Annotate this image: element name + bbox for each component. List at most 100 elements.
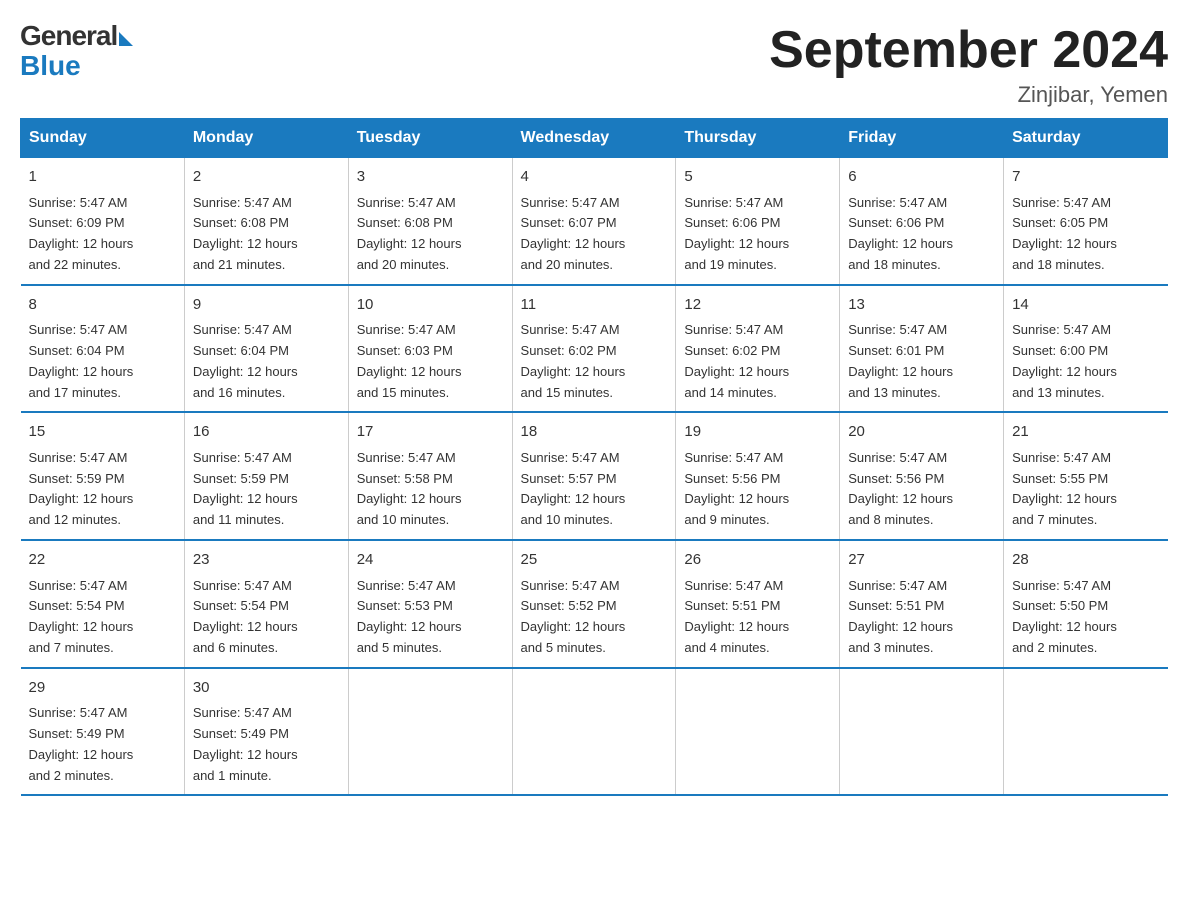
calendar-cell: 5 Sunrise: 5:47 AMSunset: 6:06 PMDaylight… [676, 158, 840, 285]
day-info: Sunrise: 5:47 AMSunset: 5:54 PMDaylight:… [29, 578, 134, 655]
day-number: 16 [193, 421, 340, 444]
day-number: 10 [357, 294, 504, 317]
calendar-cell: 20 Sunrise: 5:47 AMSunset: 5:56 PMDayligh… [840, 412, 1004, 540]
month-title: September 2024 [769, 20, 1168, 80]
day-number: 5 [684, 166, 831, 189]
day-number: 8 [29, 294, 176, 317]
day-info: Sunrise: 5:47 AMSunset: 6:06 PMDaylight:… [848, 195, 953, 272]
calendar-header-row: SundayMondayTuesdayWednesdayThursdayFrid… [21, 119, 1168, 158]
day-info: Sunrise: 5:47 AMSunset: 6:09 PMDaylight:… [29, 195, 134, 272]
calendar-cell: 11Sunrise: 5:47 AMSunset: 6:02 PMDayligh… [512, 285, 676, 413]
day-number: 4 [521, 166, 668, 189]
day-info: Sunrise: 5:47 AMSunset: 6:05 PMDaylight:… [1012, 195, 1117, 272]
day-info: Sunrise: 5:47 AMSunset: 5:56 PMDaylight:… [848, 450, 953, 527]
calendar-header-tuesday: Tuesday [348, 119, 512, 158]
day-info: Sunrise: 5:47 AMSunset: 6:02 PMDaylight:… [684, 322, 789, 399]
calendar-cell: 9 Sunrise: 5:47 AMSunset: 6:04 PMDaylight… [184, 285, 348, 413]
calendar-week-row: 22 Sunrise: 5:47 AMSunset: 5:54 PMDayligh… [21, 540, 1168, 668]
calendar-cell: 8Sunrise: 5:47 AMSunset: 6:04 PMDaylight… [21, 285, 185, 413]
day-info: Sunrise: 5:47 AMSunset: 5:51 PMDaylight:… [848, 578, 953, 655]
calendar-cell: 14 Sunrise: 5:47 AMSunset: 6:00 PMDayligh… [1004, 285, 1168, 413]
day-number: 21 [1012, 421, 1159, 444]
day-number: 12 [684, 294, 831, 317]
calendar-cell: 15Sunrise: 5:47 AMSunset: 5:59 PMDayligh… [21, 412, 185, 540]
calendar-cell: 25Sunrise: 5:47 AMSunset: 5:52 PMDayligh… [512, 540, 676, 668]
day-info: Sunrise: 5:47 AMSunset: 5:55 PMDaylight:… [1012, 450, 1117, 527]
day-info: Sunrise: 5:47 AMSunset: 6:03 PMDaylight:… [357, 322, 462, 399]
calendar-cell: 28 Sunrise: 5:47 AMSunset: 5:50 PMDayligh… [1004, 540, 1168, 668]
calendar-cell [840, 668, 1004, 796]
day-number: 14 [1012, 294, 1159, 317]
calendar-cell: 23 Sunrise: 5:47 AMSunset: 5:54 PMDayligh… [184, 540, 348, 668]
calendar-cell: 16 Sunrise: 5:47 AMSunset: 5:59 PMDayligh… [184, 412, 348, 540]
calendar-header-thursday: Thursday [676, 119, 840, 158]
calendar-cell: 10 Sunrise: 5:47 AMSunset: 6:03 PMDayligh… [348, 285, 512, 413]
day-number: 26 [684, 549, 831, 572]
calendar-cell: 30Sunrise: 5:47 AMSunset: 5:49 PMDayligh… [184, 668, 348, 796]
day-number: 13 [848, 294, 995, 317]
day-info: Sunrise: 5:47 AMSunset: 5:59 PMDaylight:… [29, 450, 134, 527]
day-info: Sunrise: 5:47 AMSunset: 5:56 PMDaylight:… [684, 450, 789, 527]
calendar-cell: 12 Sunrise: 5:47 AMSunset: 6:02 PMDayligh… [676, 285, 840, 413]
calendar-header-monday: Monday [184, 119, 348, 158]
logo-arrow-icon [119, 32, 133, 46]
calendar-cell: 18 Sunrise: 5:47 AMSunset: 5:57 PMDayligh… [512, 412, 676, 540]
calendar-cell: 17Sunrise: 5:47 AMSunset: 5:58 PMDayligh… [348, 412, 512, 540]
day-number: 28 [1012, 549, 1159, 572]
calendar-week-row: 15Sunrise: 5:47 AMSunset: 5:59 PMDayligh… [21, 412, 1168, 540]
calendar-table: SundayMondayTuesdayWednesdayThursdayFrid… [20, 118, 1168, 796]
day-number: 30 [193, 677, 340, 700]
day-info: Sunrise: 5:47 AMSunset: 6:02 PMDaylight:… [521, 322, 626, 399]
calendar-cell: 19 Sunrise: 5:47 AMSunset: 5:56 PMDayligh… [676, 412, 840, 540]
calendar-cell: 7Sunrise: 5:47 AMSunset: 6:05 PMDaylight… [1004, 158, 1168, 285]
calendar-week-row: 1Sunrise: 5:47 AMSunset: 6:09 PMDaylight… [21, 158, 1168, 285]
calendar-cell: 13Sunrise: 5:47 AMSunset: 6:01 PMDayligh… [840, 285, 1004, 413]
calendar-header-friday: Friday [840, 119, 1004, 158]
calendar-cell [676, 668, 840, 796]
day-info: Sunrise: 5:47 AMSunset: 5:53 PMDaylight:… [357, 578, 462, 655]
calendar-header-sunday: Sunday [21, 119, 185, 158]
day-number: 9 [193, 294, 340, 317]
title-section: September 2024 Zinjibar, Yemen [769, 20, 1168, 108]
day-info: Sunrise: 5:47 AMSunset: 5:50 PMDaylight:… [1012, 578, 1117, 655]
logo-blue-text: Blue [20, 50, 81, 82]
calendar-cell: 21 Sunrise: 5:47 AMSunset: 5:55 PMDayligh… [1004, 412, 1168, 540]
day-number: 20 [848, 421, 995, 444]
calendar-cell: 22 Sunrise: 5:47 AMSunset: 5:54 PMDayligh… [21, 540, 185, 668]
day-info: Sunrise: 5:47 AMSunset: 5:52 PMDaylight:… [521, 578, 626, 655]
day-number: 18 [521, 421, 668, 444]
calendar-week-row: 29 Sunrise: 5:47 AMSunset: 5:49 PMDayligh… [21, 668, 1168, 796]
day-info: Sunrise: 5:47 AMSunset: 6:00 PMDaylight:… [1012, 322, 1117, 399]
calendar-cell: 1Sunrise: 5:47 AMSunset: 6:09 PMDaylight… [21, 158, 185, 285]
calendar-week-row: 8 Sunrise: 5:47 AMSunset: 6:04 PMDaylight… [21, 285, 1168, 413]
day-number: 19 [684, 421, 831, 444]
page-header: General Blue September 2024 Zinjibar, Ye… [20, 20, 1168, 108]
calendar-header-wednesday: Wednesday [512, 119, 676, 158]
day-number: 22 [29, 549, 176, 572]
calendar-cell: 29 Sunrise: 5:47 AMSunset: 5:49 PMDayligh… [21, 668, 185, 796]
day-number: 17 [357, 421, 504, 444]
logo: General Blue [20, 20, 133, 82]
day-number: 23 [193, 549, 340, 572]
day-number: 27 [848, 549, 995, 572]
day-number: 24 [357, 549, 504, 572]
day-info: Sunrise: 5:47 AMSunset: 6:07 PMDaylight:… [521, 195, 626, 272]
calendar-cell: 2 Sunrise: 5:47 AMSunset: 6:08 PMDaylight… [184, 158, 348, 285]
calendar-cell: 3Sunrise: 5:47 AMSunset: 6:08 PMDaylight… [348, 158, 512, 285]
day-info: Sunrise: 5:47 AMSunset: 5:57 PMDaylight:… [521, 450, 626, 527]
day-number: 3 [357, 166, 504, 189]
calendar-cell: 27 Sunrise: 5:47 AMSunset: 5:51 PMDayligh… [840, 540, 1004, 668]
day-number: 29 [29, 677, 176, 700]
day-info: Sunrise: 5:47 AMSunset: 6:06 PMDaylight:… [684, 195, 789, 272]
calendar-cell [348, 668, 512, 796]
day-number: 2 [193, 166, 340, 189]
calendar-cell: 26Sunrise: 5:47 AMSunset: 5:51 PMDayligh… [676, 540, 840, 668]
day-info: Sunrise: 5:47 AMSunset: 6:08 PMDaylight:… [193, 195, 298, 272]
day-info: Sunrise: 5:47 AMSunset: 5:59 PMDaylight:… [193, 450, 298, 527]
day-info: Sunrise: 5:47 AMSunset: 6:04 PMDaylight:… [193, 322, 298, 399]
day-info: Sunrise: 5:47 AMSunset: 5:49 PMDaylight:… [29, 705, 134, 782]
calendar-cell: 24 Sunrise: 5:47 AMSunset: 5:53 PMDayligh… [348, 540, 512, 668]
location-text: Zinjibar, Yemen [769, 82, 1168, 108]
calendar-cell [512, 668, 676, 796]
day-info: Sunrise: 5:47 AMSunset: 5:54 PMDaylight:… [193, 578, 298, 655]
